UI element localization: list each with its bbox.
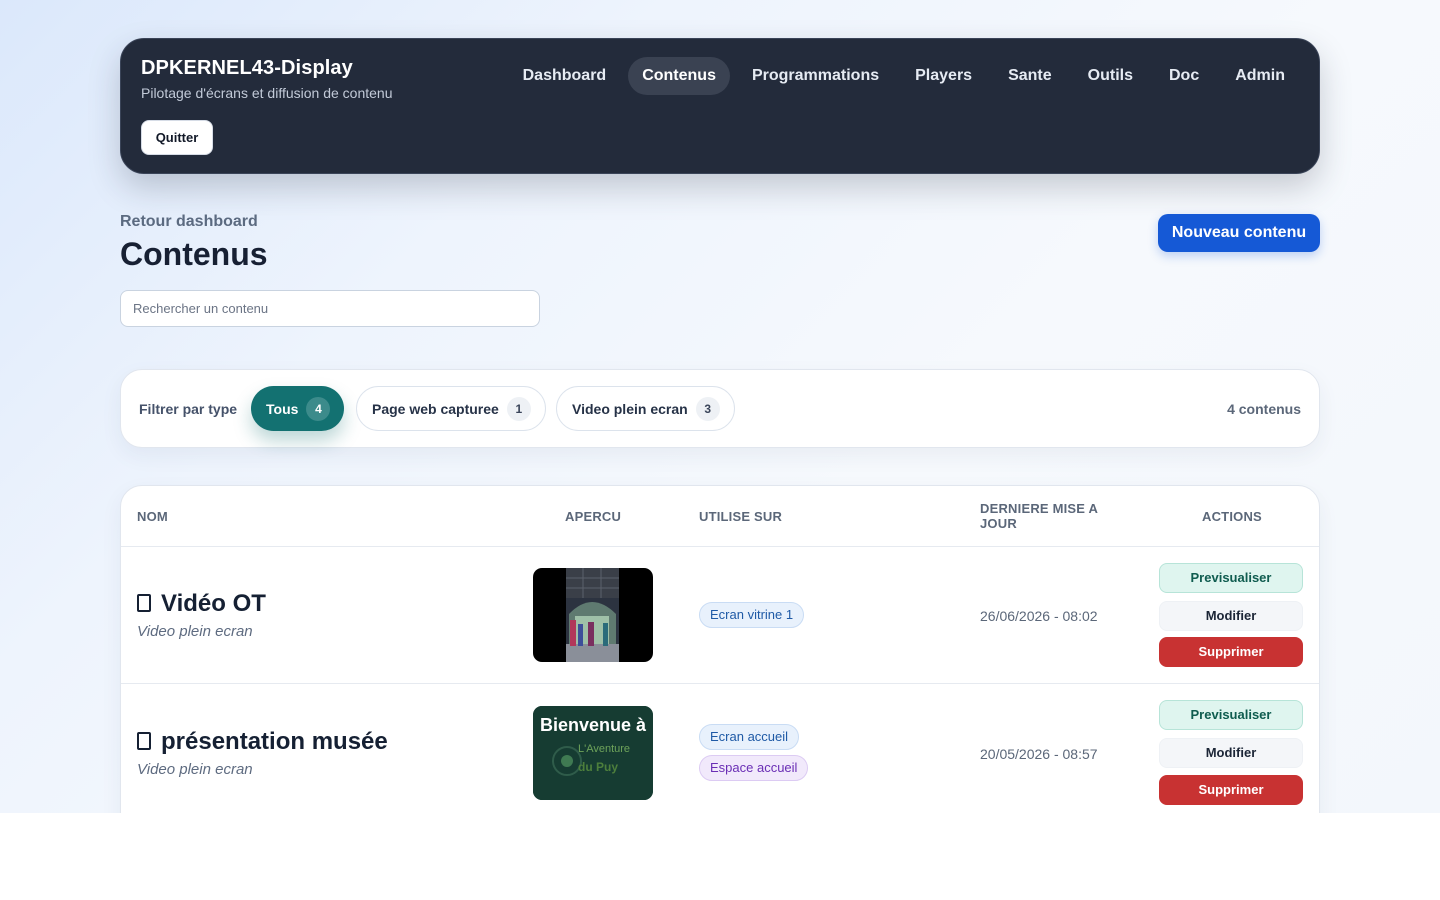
thumbnail-image <box>533 568 653 662</box>
content-table: NOM APERCU UTILISE SUR DERNIERE MISE A J… <box>120 485 1320 813</box>
video-thumbnail[interactable] <box>533 568 653 662</box>
top-bar: DPKERNEL43-Display Pilotage d'écrans et … <box>120 38 1320 174</box>
preview-button[interactable]: Previsualiser <box>1159 700 1303 730</box>
row-title: Vidéo OT <box>137 590 266 618</box>
edit-button[interactable]: Modifier <box>1159 601 1303 631</box>
app-viewport: DPKERNEL43-Display Pilotage d'écrans et … <box>0 0 1440 813</box>
screen-tag[interactable]: Ecran vitrine 1 <box>699 602 805 628</box>
chip-count: 4 <box>306 396 331 421</box>
filter-chip-video[interactable]: Video plein ecran 3 <box>556 386 735 431</box>
delete-button[interactable]: Supprimer <box>1159 775 1303 805</box>
filter-label: Filtrer par type <box>139 401 238 417</box>
quit-button[interactable]: Quitter <box>141 120 213 155</box>
chip-count: 3 <box>695 396 720 421</box>
table-row: Vidéo OT Video plein ecran Ecran vitrine… <box>121 546 1319 683</box>
row-title: présentation musée <box>137 728 388 756</box>
nav-dashboard[interactable]: Dashboard <box>509 57 621 95</box>
nav-programmations[interactable]: Programmations <box>738 57 893 95</box>
row-name: Vidéo OT <box>161 590 266 617</box>
chip-label: Page web capturee <box>372 400 499 417</box>
header-updated-line1: DERNIERE MISE A <box>980 501 1099 516</box>
nav-admin[interactable]: Admin <box>1221 57 1299 95</box>
chip-label: Tous <box>266 400 299 417</box>
page-title: Contenus <box>120 236 268 272</box>
row-type: Video plein ecran <box>137 761 253 778</box>
search-input[interactable] <box>120 290 540 327</box>
chip-count: 1 <box>506 396 531 421</box>
row-name: présentation musée <box>161 728 388 755</box>
video-icon <box>137 732 151 750</box>
filter-bar: Filtrer par type Tous 4 Page web capture… <box>120 369 1320 448</box>
header-updated-line2: JOUR <box>980 516 1017 531</box>
back-dashboard-link[interactable]: Retour dashboard <box>120 213 258 231</box>
header-name: NOM <box>137 509 168 524</box>
video-icon <box>137 594 151 612</box>
table-row: présentation musée Video plein ecran Bie… <box>121 683 1319 813</box>
app-title: DPKERNEL43-Display <box>141 57 353 79</box>
row-type: Video plein ecran <box>137 623 253 640</box>
preview-button[interactable]: Previsualiser <box>1159 563 1303 593</box>
row-updated: 20/05/2026 - 08:57 <box>980 746 1098 762</box>
nav-sante[interactable]: Sante <box>994 57 1066 95</box>
row-updated: 26/06/2026 - 08:02 <box>980 608 1098 624</box>
screen-tag[interactable]: Ecran accueil <box>699 724 800 750</box>
main-nav: Dashboard Contenus Programmations Player… <box>509 57 1299 95</box>
header-used-on: UTILISE SUR <box>699 509 783 524</box>
nav-doc[interactable]: Doc <box>1155 57 1213 95</box>
header-updated: DERNIERE MISE A JOUR <box>980 501 1098 531</box>
screen-tag[interactable]: Espace accueil <box>699 755 809 781</box>
new-content-button[interactable]: Nouveau contenu <box>1158 214 1320 252</box>
content-total: 4 contenus <box>1227 401 1301 417</box>
nav-contenus[interactable]: Contenus <box>628 57 730 95</box>
header-actions: ACTIONS <box>1202 509 1262 524</box>
filter-chip-tous[interactable]: Tous 4 <box>251 386 345 431</box>
delete-button[interactable]: Supprimer <box>1159 637 1303 667</box>
filter-chip-page-web[interactable]: Page web capturee 1 <box>356 386 546 431</box>
chip-label: Video plein ecran <box>572 400 688 417</box>
video-thumbnail[interactable]: Bienvenue à L'Aventure du Puy <box>533 706 653 800</box>
blank-area <box>0 813 1440 900</box>
app-subtitle: Pilotage d'écrans et diffusion de conten… <box>141 85 393 101</box>
nav-players[interactable]: Players <box>901 57 986 95</box>
thumbnail-heading: Bienvenue à <box>539 715 647 735</box>
edit-button[interactable]: Modifier <box>1159 738 1303 768</box>
header-preview: APERCU <box>565 509 622 524</box>
thumbnail-line2: L'Aventure <box>578 743 631 755</box>
thumbnail-line3: du Puy <box>578 760 619 774</box>
nav-outils[interactable]: Outils <box>1074 57 1147 95</box>
